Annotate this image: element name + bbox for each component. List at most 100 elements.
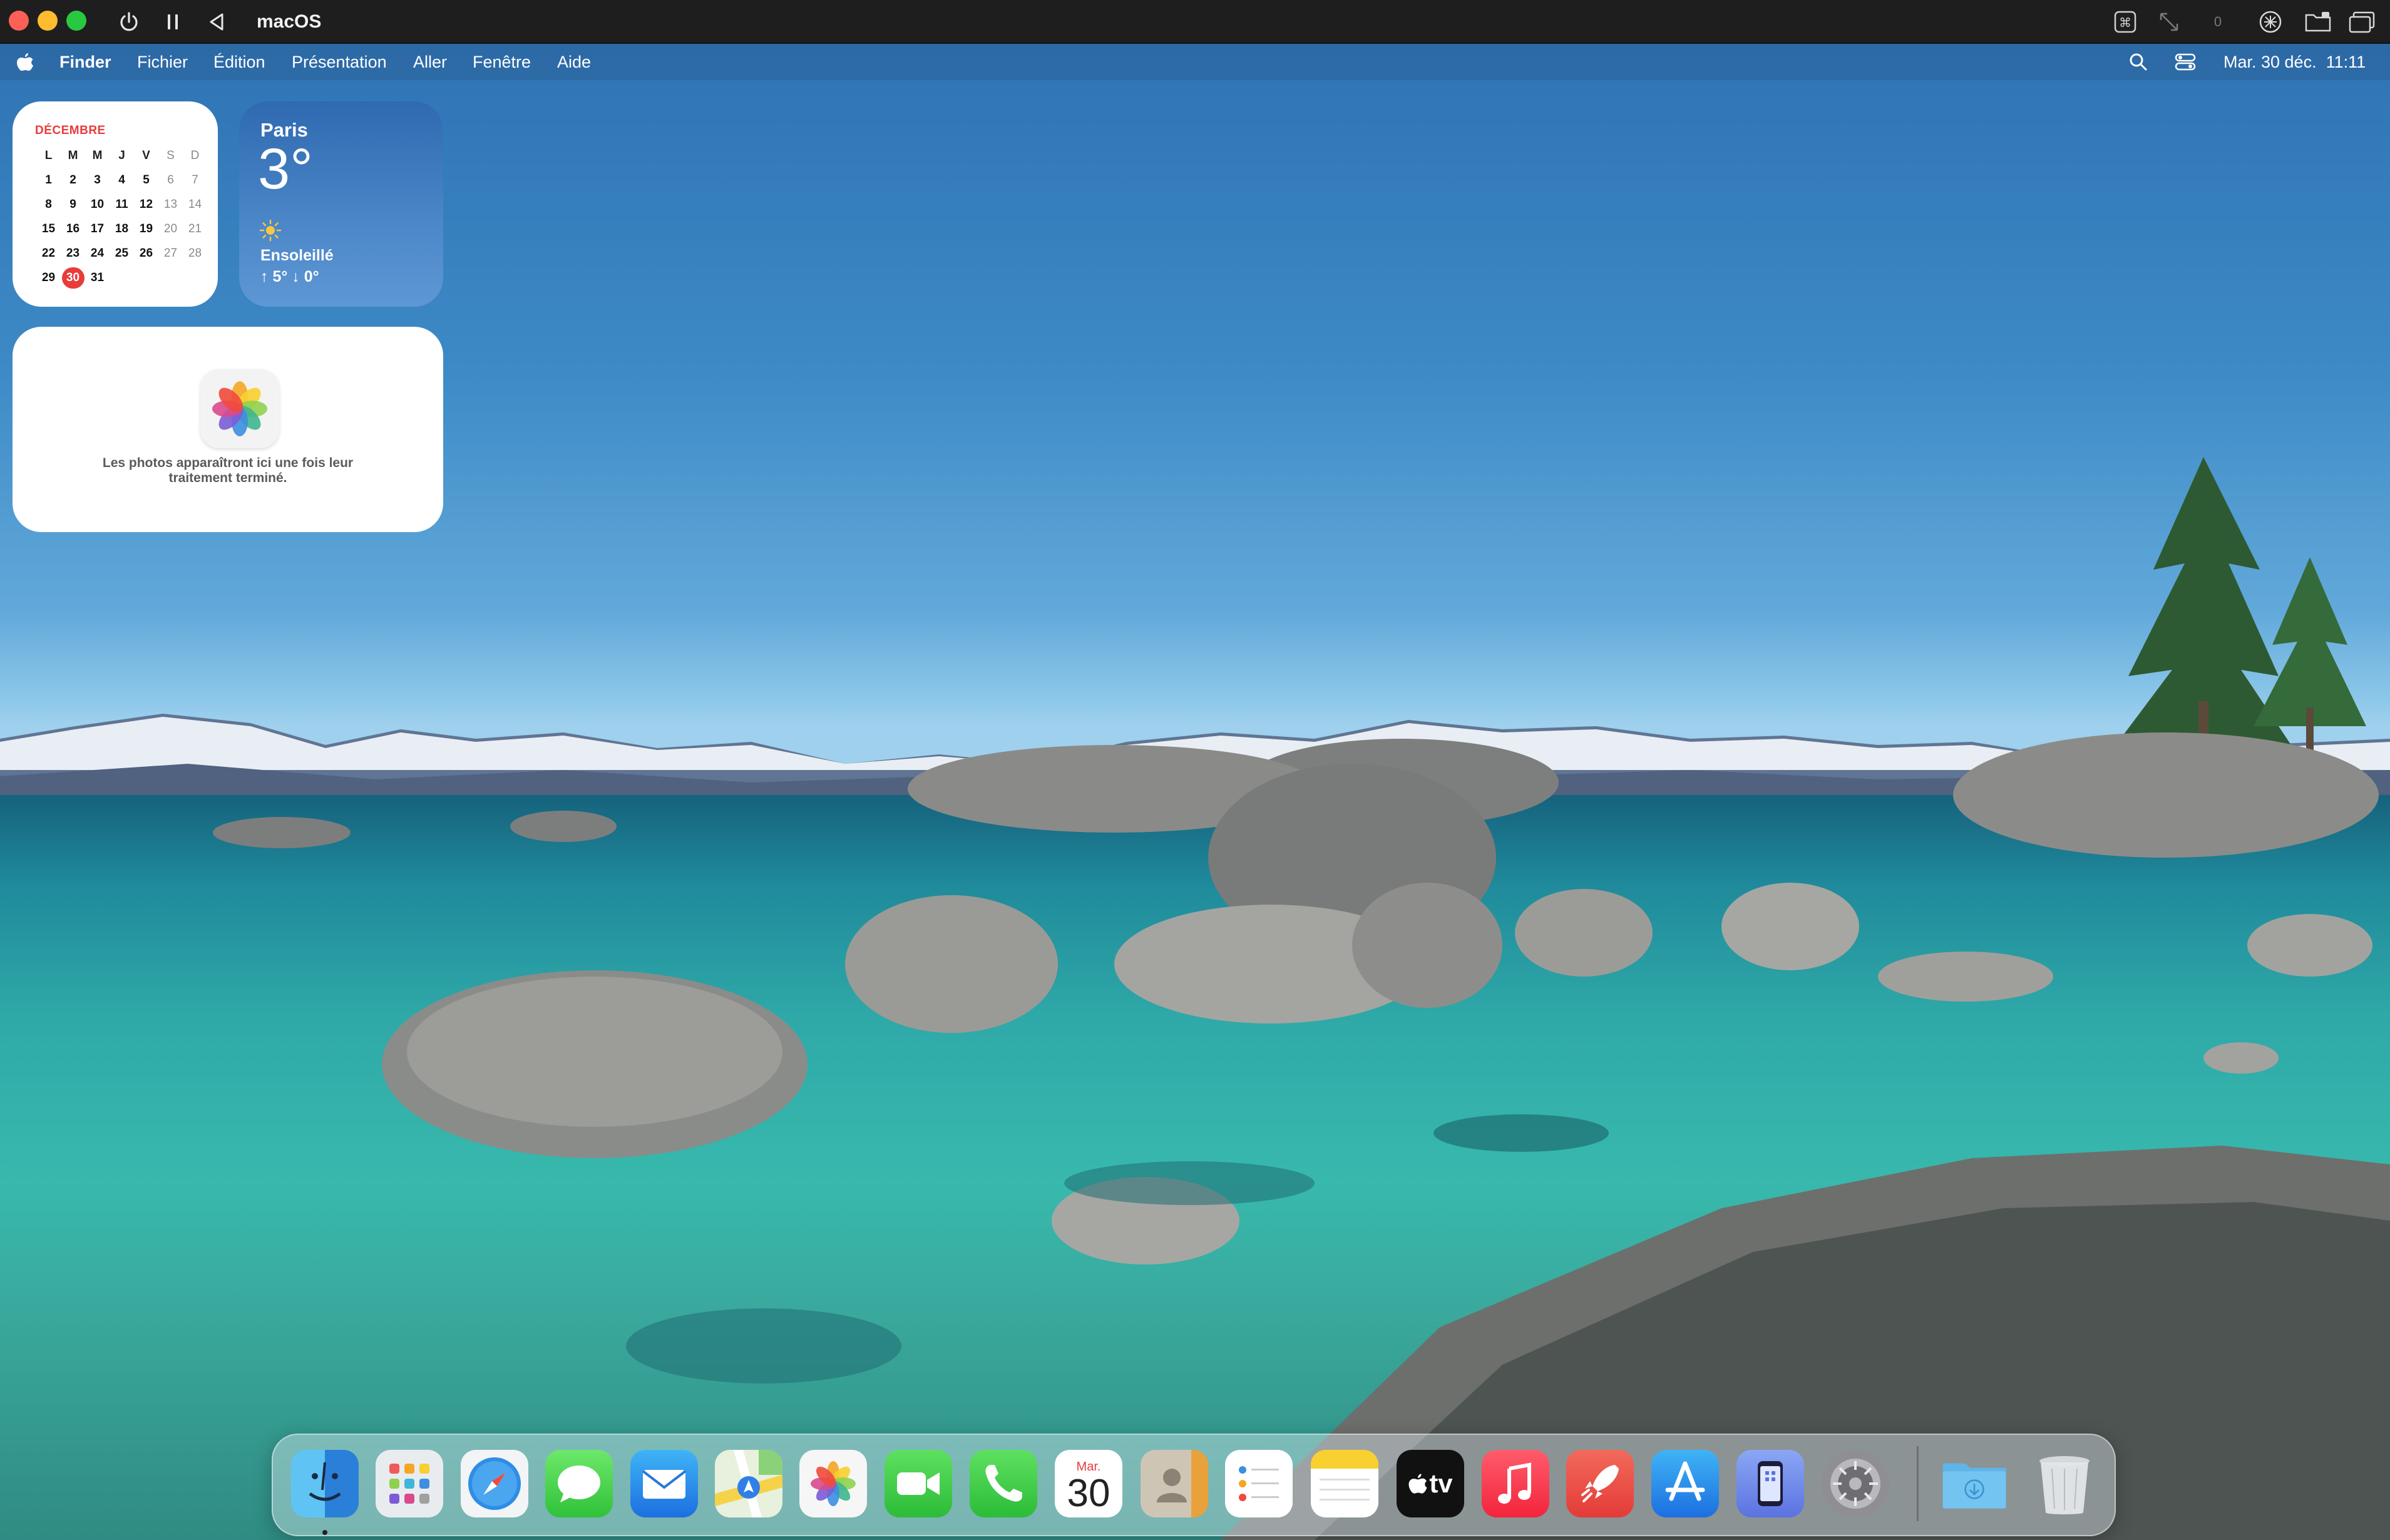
weekday-label: M [92,149,103,162]
calendar-widget[interactable]: DÉCEMBRE L M M J V S D 1 2 3 4 5 6 7 8 9… [13,101,218,307]
calendar-day: 19 [139,222,153,235]
dock-reminders-icon[interactable] [1225,1450,1293,1517]
weather-widget[interactable]: Paris 3° Ensoleillé ↑ 5° ↓ 0° [239,101,443,307]
calendar-day: 29 [41,271,56,284]
dock-tv-icon[interactable]: tv [1397,1450,1464,1517]
menu-presentation[interactable]: Présentation [292,44,387,80]
screen-share-icon[interactable] [2254,5,2287,39]
dock-contacts-icon[interactable] [1141,1450,1208,1517]
calendar-day: 7 [192,173,198,187]
calendar-day: 17 [90,222,105,235]
dock-trash-icon[interactable] [2031,1450,2098,1517]
calendar-day: 6 [167,173,174,187]
dock-safari-icon[interactable] [461,1450,528,1517]
weather-temperature: 3° [258,137,313,201]
control-center-icon[interactable] [2175,44,2200,80]
minimize-window-button[interactable] [38,11,58,31]
menu-aller[interactable]: Aller [413,44,447,80]
calendar-day: 20 [163,222,178,235]
dock-calendar-icon[interactable]: Mar. 30 [1055,1450,1122,1517]
photos-widget[interactable]: Les photos apparaîtront ici une fois leu… [13,327,443,532]
menubar: Finder Fichier Édition Présentation Alle… [0,44,2390,80]
tv-label: tv [1429,1469,1453,1498]
dock-appstore-icon[interactable] [1651,1450,1719,1517]
usb-count: 0 [2213,14,2222,29]
calendar-day: 22 [41,247,56,260]
calendar-day: 27 [163,247,178,260]
menu-aide[interactable]: Aide [557,44,591,80]
vm-title: macOS [257,11,322,32]
dock-music-icon[interactable] [1482,1450,1549,1517]
close-window-button[interactable] [9,11,29,31]
dock-maps-icon[interactable] [715,1450,782,1517]
dock-notes-icon[interactable] [1311,1450,1378,1517]
calendar-day: 11 [115,198,128,211]
dock-iphone-mirroring-icon[interactable] [1736,1450,1804,1517]
back-icon[interactable] [199,5,234,39]
zoom-window-button[interactable] [66,11,86,31]
menu-fichier[interactable]: Fichier [137,44,188,80]
calendar-day: 15 [41,222,56,235]
vm-toolbar: macOS ⌘ 0 [0,0,2390,44]
weather-range: ↑ 5° ↓ 0° [260,268,319,285]
svg-text:⌘: ⌘ [2119,15,2131,30]
dock-system-settings-icon[interactable] [1822,1450,1889,1517]
calendar-today: 30 [61,267,85,289]
pause-icon[interactable] [155,5,190,39]
calendar-month: DÉCEMBRE [35,124,106,137]
calendar-day: 23 [66,247,80,260]
dock-launchpad-icon[interactable] [376,1450,443,1517]
calendar-day: 24 [90,247,105,260]
weekday-label: V [142,149,150,162]
calendar-day: 14 [188,198,202,211]
calendar-day: 25 [115,247,129,260]
photos-icon [200,369,279,448]
power-icon[interactable] [111,5,146,39]
menu-edition[interactable]: Édition [213,44,265,80]
menu-fenetre[interactable]: Fenêtre [473,44,531,80]
keyboard-command-icon[interactable]: ⌘ [2108,5,2142,39]
weekday-label: S [167,149,175,162]
calendar-day: 10 [90,198,105,211]
calendar-day: 4 [118,173,125,187]
weekday-label: D [190,149,200,162]
folder-share-icon[interactable] [2301,5,2335,39]
dock-downloads-folder-icon[interactable] [1941,1450,2008,1517]
calendar-day: 8 [45,198,52,211]
calendar-day: 5 [143,173,150,187]
calendar-day: 13 [163,198,178,211]
calendar-today-label: 30 [61,267,85,289]
photos-message: Les photos apparaîtront ici une fois leu… [75,456,381,486]
search-icon[interactable] [2128,44,2153,80]
calendar-day: 12 [139,198,153,211]
calendar-day: 21 [188,222,202,235]
dock-finder-icon[interactable] [291,1450,359,1517]
photos-message-line2: traitement terminé. [168,471,287,485]
dock-mail-icon[interactable] [630,1450,698,1517]
calendar-icon-day: 30 [1067,1471,1110,1515]
resize-arrows-icon[interactable] [2152,5,2186,39]
weekday-label: L [44,149,53,162]
dock-photos-icon[interactable] [799,1450,867,1517]
dock-phone-icon[interactable] [970,1450,1037,1517]
calendar-day: 2 [69,173,76,187]
calendar-day: 16 [66,222,80,235]
calendar-day: 18 [115,222,129,235]
calendar-day: 9 [69,198,76,211]
calendar-day: 28 [188,247,202,260]
dock-facetime-icon[interactable] [885,1450,952,1517]
menu-finder[interactable]: Finder [59,44,111,80]
calendar-day: 1 [45,173,52,187]
sun-icon [259,219,282,242]
menubar-clock[interactable]: Mar. 30 déc. 11:11 [2223,44,2366,80]
photos-message-line1: Les photos apparaîtront ici une fois leu… [102,456,354,470]
windows-icon[interactable] [2345,5,2379,39]
running-indicator [322,1530,327,1535]
weekday-label: J [118,149,125,162]
dock-messages-icon[interactable] [545,1450,613,1517]
calendar-grid: L M M J V S D 1 2 3 4 5 6 7 8 9 10 11 12… [36,145,208,289]
usb-icon[interactable]: 0 [2201,5,2235,39]
dock-rocket-icon[interactable] [1566,1450,1634,1517]
apple-icon[interactable] [16,44,35,80]
weather-condition: Ensoleillé [260,247,334,264]
